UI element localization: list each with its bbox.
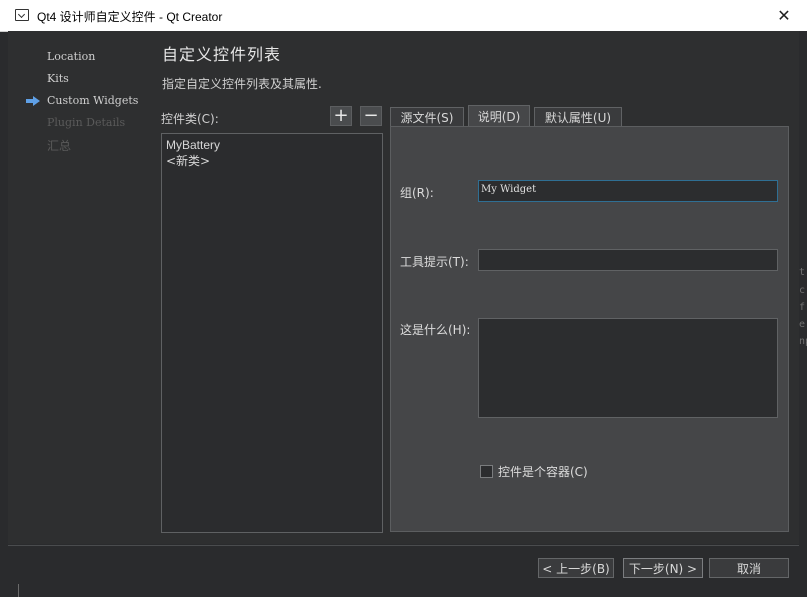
back-button[interactable]: < 上一步(B) [538,558,614,578]
edge-text: f [799,302,806,313]
current-step-arrow-icon [26,96,40,106]
step-plugin-details: Plugin Details [47,116,126,129]
edge-text: e [799,319,806,330]
title-bar: Qt4 设计师自定义控件 - Qt Creator ✕ [0,0,807,32]
whatsthis-textarea[interactable] [478,318,778,418]
widget-class-label: 控件类(C): [161,112,219,126]
tab-source-files[interactable]: 源文件(S) [390,107,464,126]
page-subtitle: 指定自定义控件列表及其属性. [162,77,322,91]
tab-default-properties[interactable]: 默认属性(U) [534,107,622,126]
close-icon[interactable]: ✕ [761,0,807,31]
footer-divider [8,545,799,546]
background-bottom-edge [0,580,807,597]
wizard-body: Location Kits Custom Widgets Plugin Deta… [8,31,799,544]
step-custom-widgets: Custom Widgets [47,94,139,107]
container-checkbox-label[interactable]: 控件是个容器(C) [498,463,588,480]
page-title: 自定义控件列表 [162,45,282,64]
remove-class-button[interactable]: − [360,106,382,126]
step-summary: 汇总 [47,139,72,153]
tab-description[interactable]: 说明(D) [468,105,530,126]
container-checkbox[interactable] [480,465,493,478]
step-location: Location [47,50,96,63]
whatsthis-label: 这是什么(H): [400,323,471,337]
widget-class-list[interactable]: MyBattery <新类> [161,133,383,533]
list-item[interactable]: <新类> [166,153,378,169]
add-class-button[interactable]: + [330,106,352,126]
next-button[interactable]: 下一步(N) > [623,558,703,578]
edge-text: c [799,285,806,296]
edge-text: np [799,336,807,347]
minus-icon: − [363,105,379,126]
list-item[interactable]: MyBattery [166,137,378,153]
cancel-button[interactable]: 取消 [709,558,789,578]
plus-icon: + [333,105,349,126]
step-kits: Kits [47,72,69,85]
edge-divider [18,584,19,597]
tooltip-field[interactable] [478,249,778,271]
group-field[interactable]: My Widget [478,180,778,202]
window-title: Qt4 设计师自定义控件 - Qt Creator [37,10,223,24]
group-label: 组(R): [400,186,434,200]
app-window-icon [15,9,29,21]
background-editor-edge: t c f e np [799,31,807,597]
tooltip-label: 工具提示(T): [400,255,469,269]
edge-text: t [799,267,806,278]
description-panel: 组(R): My Widget 工具提示(T): 这是什么(H): 控件是个容器… [390,126,789,532]
